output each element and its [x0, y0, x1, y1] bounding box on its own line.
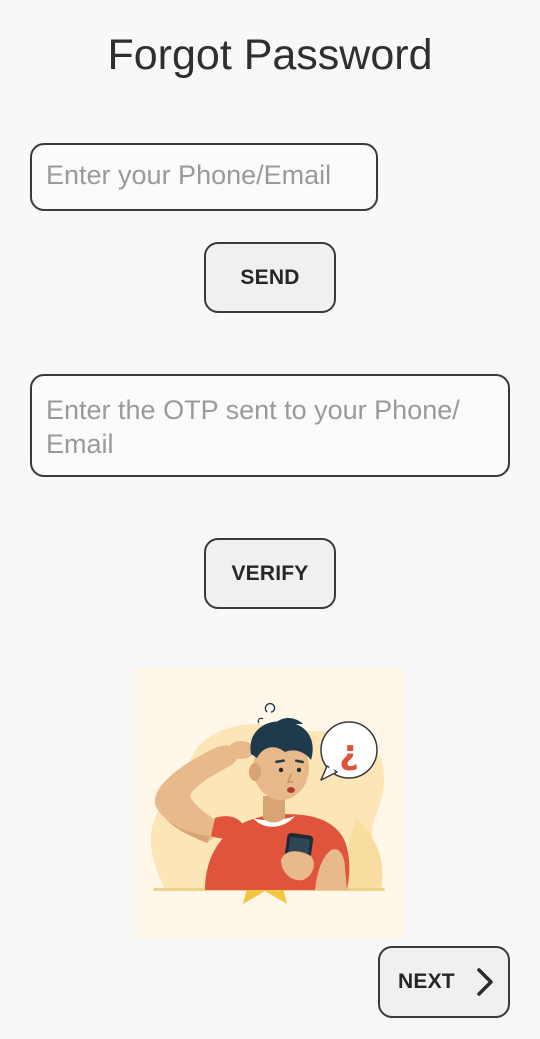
page-title: Forgot Password — [107, 31, 433, 79]
speech-bubble-text: ¿ — [339, 733, 359, 773]
otp-field[interactable]: Enter the OTP sent to your Phone/ Email — [30, 374, 510, 477]
next-button-label: NEXT — [398, 970, 455, 993]
send-button-label: SEND — [240, 265, 300, 289]
send-button[interactable]: SEND — [204, 242, 336, 313]
chevron-right-icon — [477, 968, 493, 996]
next-button[interactable]: NEXT — [378, 946, 510, 1018]
verify-button-label: VERIFY — [231, 561, 309, 585]
otp-placeholder: Enter the OTP sent to your Phone/ Email — [46, 395, 460, 459]
confused-person-illustration: ¿ — [135, 668, 404, 938]
phone-email-field[interactable]: Enter your Phone/Email — [30, 143, 378, 211]
verify-button[interactable]: VERIFY — [204, 538, 336, 609]
phone-email-placeholder: Enter your Phone/Email — [46, 160, 332, 190]
